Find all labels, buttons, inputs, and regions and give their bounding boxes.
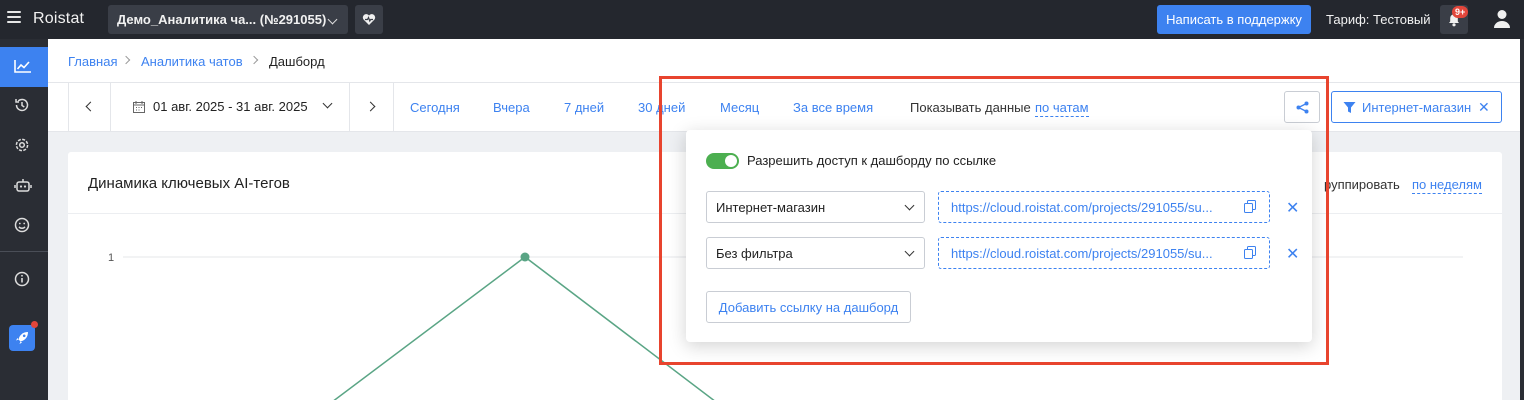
health-button[interactable] <box>355 5 383 34</box>
rocket-icon <box>16 332 28 344</box>
sidebar <box>0 39 48 400</box>
project-name: Демо_Аналитика ча... (№291055) <box>117 12 327 27</box>
period-7-days[interactable]: 7 дней <box>564 100 604 115</box>
breadcrumb-dashboard: Дашборд <box>269 54 325 69</box>
tariff-label[interactable]: Тариф: Тестовый <box>1326 12 1431 27</box>
filter-chip[interactable]: Интернет-магазин ✕ <box>1331 91 1502 123</box>
group-by-dropdown[interactable]: по неделям <box>1412 177 1482 194</box>
next-period-button[interactable] <box>350 83 394 131</box>
project-selector[interactable]: Демо_Аналитика ча... (№291055) <box>108 5 348 34</box>
sidebar-item-analytics[interactable] <box>0 47 48 87</box>
filter-chip-label: Интернет-магазин <box>1362 100 1472 115</box>
rocket-notification-dot <box>31 321 38 328</box>
rocket-button[interactable] <box>9 325 35 351</box>
analytics-icon <box>14 60 31 73</box>
notification-badge: 9+ <box>1452 6 1469 18</box>
prev-period-button[interactable] <box>68 83 111 131</box>
robot-icon <box>14 179 32 192</box>
filter-icon <box>1343 102 1356 113</box>
highlight-box <box>659 76 1329 365</box>
data-point[interactable] <box>520 252 530 262</box>
sidebar-item-feedback[interactable] <box>0 205 48 245</box>
sidebar-item-bots[interactable] <box>0 165 48 205</box>
support-button[interactable]: Написать в поддержку <box>1157 5 1311 34</box>
period-today[interactable]: Сегодня <box>410 100 460 115</box>
sidebar-item-info[interactable] <box>0 259 48 299</box>
heart-icon <box>362 14 376 25</box>
history-icon <box>15 98 29 112</box>
scrollbar[interactable] <box>1520 39 1524 400</box>
breadcrumb-home[interactable]: Главная <box>68 54 117 69</box>
top-bar: Roistat Демо_Аналитика ча... (№291055) Н… <box>0 0 1524 39</box>
sidebar-item-settings[interactable] <box>0 125 48 165</box>
card-title: Динамика ключевых AI-тегов <box>88 175 290 192</box>
sidebar-divider <box>0 251 48 252</box>
calendar-icon <box>133 101 145 113</box>
close-icon[interactable]: ✕ <box>1478 99 1490 116</box>
y-tick-label: 1 <box>108 252 114 264</box>
info-icon <box>14 271 30 287</box>
group-by-label: руппировать <box>1324 177 1400 192</box>
menu-icon[interactable] <box>7 11 21 23</box>
chevron-left-icon <box>85 101 96 112</box>
chevron-right-icon <box>249 55 259 65</box>
chevron-down-icon <box>327 14 338 25</box>
smile-icon <box>14 217 30 233</box>
date-range-label: 01 авг. 2025 - 31 авг. 2025 <box>153 99 308 114</box>
sidebar-item-history[interactable] <box>0 85 48 125</box>
chevron-right-icon <box>121 55 131 65</box>
period-yesterday[interactable]: Вчера <box>493 100 530 115</box>
gear-icon <box>15 138 29 152</box>
date-range-picker[interactable]: 01 авг. 2025 - 31 авг. 2025 <box>111 83 350 131</box>
breadcrumb-chat-analytics[interactable]: Аналитика чатов <box>141 54 243 69</box>
logo: Roistat <box>33 10 85 27</box>
chevron-right-icon <box>365 101 376 112</box>
user-icon[interactable] <box>1493 9 1511 29</box>
chevron-down-icon <box>322 98 333 109</box>
